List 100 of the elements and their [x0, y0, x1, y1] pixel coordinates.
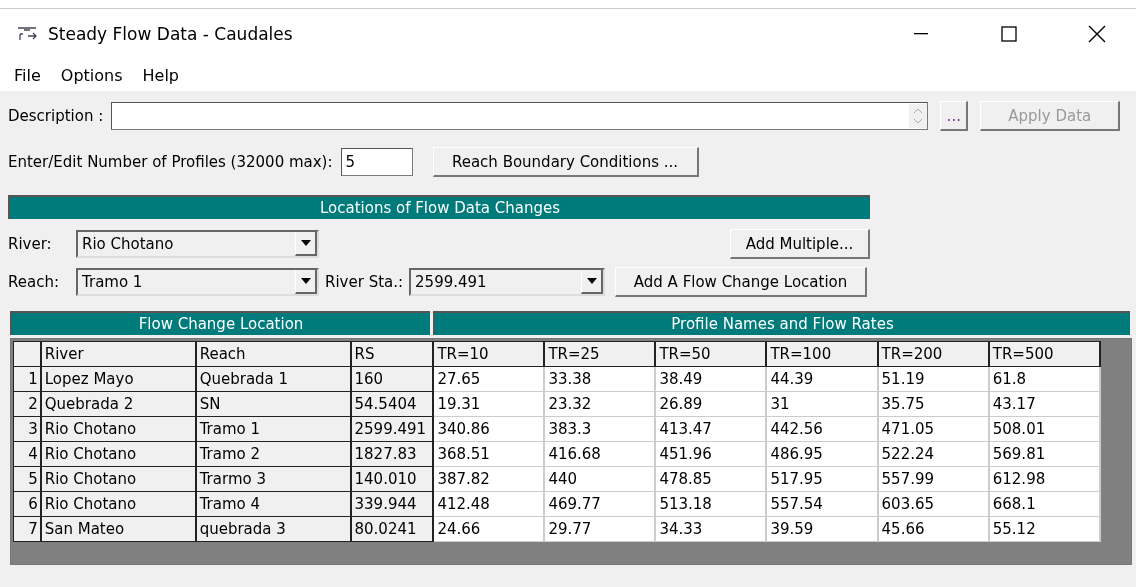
section-header: Flow Change Location [10, 311, 430, 335]
table-cell[interactable]: 513.18 [655, 491, 767, 517]
window-title: Steady Flow Data - Caudales [48, 24, 294, 44]
caret-icon [586, 278, 597, 284]
table-cell[interactable]: quebrada 3 [195, 516, 351, 542]
minimize-icon [914, 33, 928, 35]
table-cell[interactable]: Rio Chotano [40, 491, 196, 517]
reach-label: Reach: [8, 273, 60, 291]
spinner-icon [909, 104, 928, 128]
table-cell[interactable]: 26.89 [655, 391, 767, 417]
row-number: 4 [13, 441, 41, 467]
table-cell[interactable]: Rio Chotano [40, 441, 196, 467]
menu-item[interactable]: File [14, 65, 41, 85]
table-cell[interactable]: 160 [350, 366, 434, 392]
table-cell[interactable]: 383.3 [544, 416, 656, 442]
column-header: TR=25 [544, 341, 656, 367]
table-cell[interactable]: 387.82 [433, 466, 545, 492]
table-cell[interactable]: 557.54 [766, 491, 878, 517]
table-cell[interactable]: 51.19 [877, 366, 989, 392]
row-number: 3 [13, 416, 41, 442]
description-label: Description : [8, 107, 104, 125]
table-cell[interactable]: 471.05 [877, 416, 989, 442]
table-cell[interactable]: 43.17 [988, 391, 1100, 417]
table-cell[interactable]: 2599.491 [350, 416, 434, 442]
table-cell[interactable]: 416.68 [544, 441, 656, 467]
reach-select[interactable]: Tramo 1 [76, 268, 319, 296]
section-header: Profile Names and Flow Rates [433, 311, 1130, 335]
table-cell[interactable]: 469.77 [544, 491, 656, 517]
close-icon [1088, 25, 1106, 43]
table-cell[interactable]: Rio Chotano [40, 416, 196, 442]
table-cell[interactable]: 38.49 [655, 366, 767, 392]
table-cell[interactable]: 486.95 [766, 441, 878, 467]
menu-item[interactable]: Options [60, 65, 123, 85]
table-cell[interactable]: 35.75 [877, 391, 989, 417]
river-select[interactable]: Rio Chotano [76, 230, 319, 258]
column-header: TR=50 [655, 341, 767, 367]
table-cell[interactable]: 55.12 [988, 516, 1100, 542]
table-cell[interactable]: 569.81 [988, 441, 1100, 467]
menu-item[interactable]: Help [142, 65, 179, 85]
table-cell[interactable]: 29.77 [544, 516, 656, 542]
table-cell[interactable]: 1827.83 [350, 441, 434, 467]
table-cell[interactable]: 80.0241 [350, 516, 434, 542]
maximize-icon [1001, 26, 1017, 42]
table-cell[interactable]: 340.86 [433, 416, 545, 442]
table-cell[interactable]: 440 [544, 466, 656, 492]
table-cell[interactable]: 44.39 [766, 366, 878, 392]
table-cell[interactable]: 368.51 [433, 441, 545, 467]
table-cell[interactable]: 612.98 [988, 466, 1100, 492]
table-cell[interactable]: 24.66 [433, 516, 545, 542]
table-cell[interactable]: 508.01 [988, 416, 1100, 442]
table-cell[interactable]: 39.59 [766, 516, 878, 542]
table-cell[interactable]: 27.65 [433, 366, 545, 392]
table-cell[interactable]: 19.31 [433, 391, 545, 417]
table-cell[interactable]: Quebrada 2 [40, 391, 196, 417]
table-cell[interactable]: 45.66 [877, 516, 989, 542]
row-number: 6 [13, 491, 41, 517]
table-cell[interactable]: 517.95 [766, 466, 878, 492]
column-header: TR=500 [988, 341, 1100, 367]
row-number: 5 [13, 466, 41, 492]
column-header: TR=10 [433, 341, 545, 367]
table-cell[interactable]: 339.944 [350, 491, 434, 517]
table-cell[interactable]: 451.96 [655, 441, 767, 467]
column-header: RS [350, 341, 434, 367]
table-cell[interactable]: Lopez Mayo [40, 366, 196, 392]
table-cell[interactable]: Rio Chotano [40, 466, 196, 492]
table-cell[interactable]: 522.24 [877, 441, 989, 467]
table-cell[interactable]: SN [195, 391, 351, 417]
section-header: Locations of Flow Data Changes [8, 195, 870, 219]
table-cell[interactable]: 54.5404 [350, 391, 434, 417]
table-cell[interactable]: 23.32 [544, 391, 656, 417]
table-cell[interactable]: 603.65 [877, 491, 989, 517]
profiles-field[interactable]: 5 [340, 148, 413, 176]
table-cell[interactable]: Quebrada 1 [195, 366, 351, 392]
add-location-button[interactable]: Add A Flow Change Location [615, 267, 868, 297]
table-cell[interactable]: 478.85 [655, 466, 767, 492]
table-cell[interactable]: 140.010 [350, 466, 434, 492]
table-cell[interactable]: 413.47 [655, 416, 767, 442]
description-field[interactable] [111, 102, 929, 130]
column-header: TR=100 [766, 341, 878, 367]
table-cell[interactable]: 33.38 [544, 366, 656, 392]
table-cell[interactable]: Tramo 1 [195, 416, 351, 442]
table-cell[interactable]: 442.56 [766, 416, 878, 442]
table-cell[interactable]: Trarmo 3 [195, 466, 351, 492]
table-cell[interactable]: 668.1 [988, 491, 1100, 517]
table-cell[interactable]: San Mateo [40, 516, 196, 542]
caret-icon [300, 240, 311, 246]
table-cell[interactable]: Tramo 2 [195, 441, 351, 467]
row-number: 2 [13, 391, 41, 417]
table-cell[interactable]: 61.8 [988, 366, 1100, 392]
table-cell[interactable]: 31 [766, 391, 878, 417]
river-station-select[interactable]: 2599.491 [409, 268, 606, 296]
table-cell[interactable]: 557.99 [877, 466, 989, 492]
profiles-label: Enter/Edit Number of Profiles (32000 max): [8, 153, 333, 171]
boundary-conditions-button[interactable]: Reach Boundary Conditions ... [432, 147, 699, 177]
table-cell[interactable]: 412.48 [433, 491, 545, 517]
table-cell[interactable]: Tramo 4 [195, 491, 351, 517]
browse-button[interactable]: ... [940, 101, 969, 131]
add-multiple-button[interactable]: Add Multiple... [730, 229, 870, 259]
table-cell[interactable]: 34.33 [655, 516, 767, 542]
river-station-label: River Sta.: [325, 273, 404, 291]
